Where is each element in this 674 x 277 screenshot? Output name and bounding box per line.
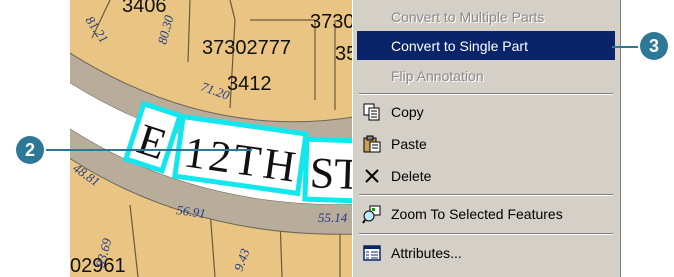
attributes-icon bbox=[361, 242, 383, 264]
screenshot-stage: 3406 37302777 3412 3730 35 02961 81.21 8… bbox=[0, 0, 674, 277]
callout-badge: 2 bbox=[16, 136, 44, 164]
callout-leader-line bbox=[38, 149, 252, 151]
parcel-id-label: 3730 bbox=[310, 11, 355, 33]
menu-item-label: Attributes... bbox=[391, 244, 462, 261]
map-canvas: 3406 37302777 3412 3730 35 02961 81.21 8… bbox=[70, 0, 360, 277]
menu-item-label: Flip Annotation bbox=[391, 67, 484, 84]
menu-item-paste[interactable]: Paste bbox=[357, 129, 615, 158]
menu-item-copy[interactable]: Copy bbox=[357, 97, 615, 126]
menu-separator bbox=[359, 194, 613, 196]
menu-item-label: Convert to Multiple Parts bbox=[391, 8, 545, 25]
menu-item-zoom-to-selected-features[interactable]: Zoom To Selected Features bbox=[357, 199, 615, 228]
callout-leader-line bbox=[612, 46, 640, 48]
paste-icon bbox=[361, 133, 383, 155]
parcel-id-label: 3406 bbox=[122, 0, 167, 17]
menu-item-convert-to-single-part[interactable]: Convert to Single Part bbox=[357, 31, 615, 60]
parcel-id-label: 3412 bbox=[227, 73, 272, 95]
menu-item-label: Zoom To Selected Features bbox=[391, 205, 563, 222]
menu-item-label: Paste bbox=[391, 135, 427, 152]
menu-separator bbox=[359, 93, 613, 95]
copy-icon bbox=[361, 101, 383, 123]
map-view[interactable]: 3406 37302777 3412 3730 35 02961 81.21 8… bbox=[70, 0, 360, 277]
callout-badge: 3 bbox=[640, 32, 668, 60]
menu-item-attributes[interactable]: Attributes... bbox=[357, 238, 615, 267]
parcel-id-label: 37302777 bbox=[202, 37, 291, 59]
menu-item-delete[interactable]: Delete bbox=[357, 161, 615, 190]
zoom-to-selected-icon bbox=[361, 203, 383, 225]
context-menu: Convert to Multiple Parts Convert to Sin… bbox=[352, 0, 621, 277]
delete-icon bbox=[361, 165, 383, 187]
dimension-label: 55.14 bbox=[318, 210, 348, 225]
menu-separator bbox=[359, 233, 613, 235]
menu-item-flip-annotation[interactable]: Flip Annotation bbox=[357, 61, 615, 90]
menu-item-label: Convert to Single Part bbox=[391, 37, 528, 54]
menu-item-label: Copy bbox=[391, 103, 424, 120]
menu-item-convert-to-multiple-parts[interactable]: Convert to Multiple Parts bbox=[357, 2, 615, 31]
menu-item-label: Delete bbox=[391, 167, 432, 184]
